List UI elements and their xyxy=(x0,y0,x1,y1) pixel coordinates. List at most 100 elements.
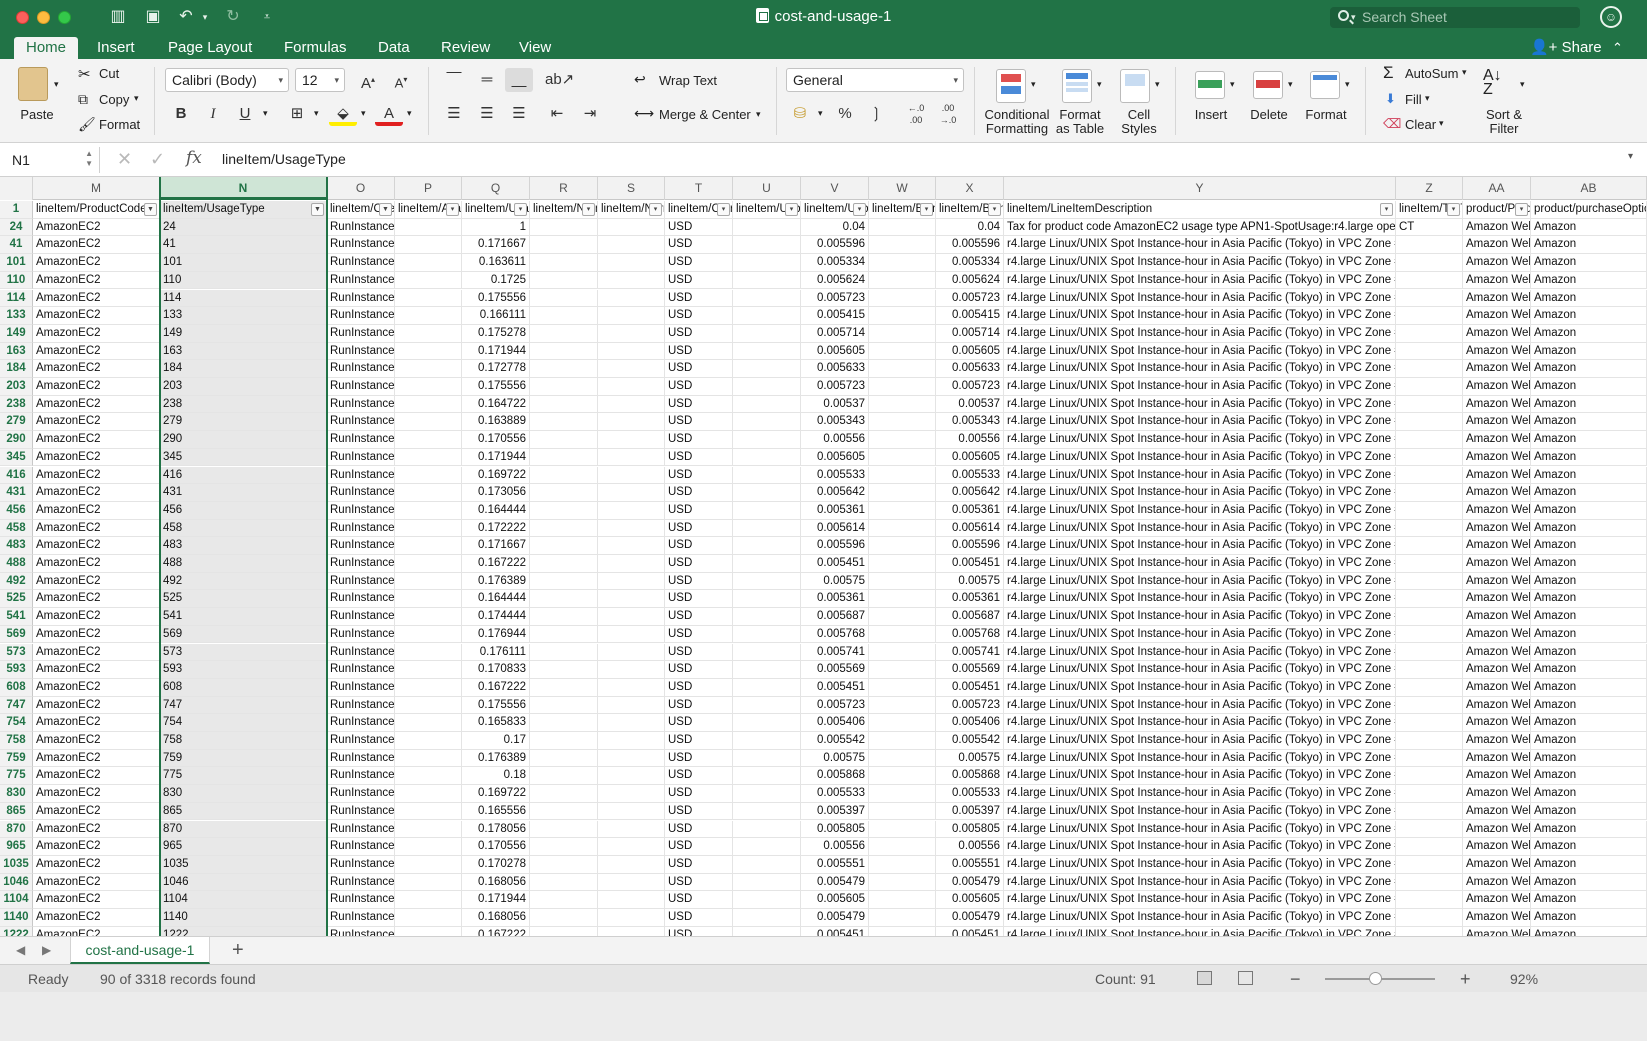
row-number[interactable]: 1035 xyxy=(0,855,33,874)
cell-m[interactable]: AmazonEC2 xyxy=(33,678,160,697)
cell-v[interactable]: 0.00537 xyxy=(801,395,869,414)
cell-o[interactable]: RunInstances:SV055 xyxy=(327,218,395,237)
cell-t[interactable]: USD xyxy=(665,378,733,396)
fill-dropdown-icon[interactable]: ▾ xyxy=(1425,93,1430,104)
cell-v[interactable]: 0.005687 xyxy=(801,608,869,626)
row-number[interactable]: 24 xyxy=(0,218,33,237)
fill-color-icon[interactable]: ⬙ xyxy=(329,102,357,126)
cell-n[interactable]: 184 xyxy=(160,360,327,378)
cell-q[interactable]: 0.172222 xyxy=(462,519,530,538)
cell-v[interactable]: 0.00575 xyxy=(801,572,869,591)
cell-z[interactable] xyxy=(1396,466,1463,485)
cell-z[interactable] xyxy=(1396,360,1463,378)
cell-s[interactable] xyxy=(598,572,665,591)
cell-w[interactable] xyxy=(869,838,936,856)
row-number[interactable]: 965 xyxy=(0,838,33,856)
cell-r[interactable] xyxy=(530,855,598,874)
cell-v[interactable]: 0.005642 xyxy=(801,484,869,502)
cell-x[interactable]: 0.005334 xyxy=(936,254,1004,272)
row-number[interactable]: 114 xyxy=(0,289,33,308)
cell-n[interactable]: 133 xyxy=(160,307,327,325)
cell-ab[interactable]: Amazon xyxy=(1531,891,1647,909)
cell-t[interactable]: USD xyxy=(665,802,733,821)
cell-v[interactable]: 0.00575 xyxy=(801,749,869,768)
cell-u[interactable] xyxy=(733,378,801,396)
cell-q[interactable]: 0.163889 xyxy=(462,413,530,432)
merge-center-icon[interactable]: ⟷ xyxy=(634,105,654,122)
cell-r[interactable] xyxy=(530,696,598,715)
cell-m[interactable]: AmazonEC2 xyxy=(33,802,160,821)
cut-button[interactable]: Cut xyxy=(99,66,119,81)
cell-ab[interactable]: Amazon xyxy=(1531,714,1647,732)
cell-ab[interactable]: Amazon xyxy=(1531,254,1647,272)
cell-v[interactable]: 0.005741 xyxy=(801,643,869,662)
cell-aa[interactable]: Amazon Web Services xyxy=(1463,448,1531,467)
cell-u[interactable] xyxy=(733,271,801,290)
collapse-ribbon-icon[interactable]: ⌃ xyxy=(1612,37,1623,59)
cell-r[interactable] xyxy=(530,838,598,856)
cell-x[interactable]: 0.005687 xyxy=(936,608,1004,626)
cell-w[interactable] xyxy=(869,466,936,485)
cell-aa[interactable]: Amazon Web Services xyxy=(1463,537,1531,555)
cell-p[interactable] xyxy=(395,643,462,662)
cell-n[interactable]: 1046 xyxy=(160,873,327,892)
cell-r[interactable] xyxy=(530,820,598,839)
cell-m[interactable]: AmazonEC2 xyxy=(33,289,160,308)
cell-u[interactable] xyxy=(733,590,801,609)
cell-aa[interactable]: Amazon Web Services xyxy=(1463,785,1531,803)
cell-m[interactable]: AmazonEC2 xyxy=(33,714,160,732)
cell-y[interactable]: r4.large Linux/UNIX Spot Instance-hour i… xyxy=(1004,466,1396,485)
cell-u[interactable] xyxy=(733,519,801,538)
cell-q[interactable]: 0.166111 xyxy=(462,307,530,325)
filter-dropdown-icon[interactable]: ▾ xyxy=(920,203,933,216)
cell-r[interactable] xyxy=(530,484,598,502)
row-number[interactable]: 830 xyxy=(0,785,33,803)
cell-q[interactable]: 0.169722 xyxy=(462,785,530,803)
cell-m[interactable]: AmazonEC2 xyxy=(33,767,160,786)
expand-formula-bar-icon[interactable]: ▾ xyxy=(1628,151,1633,162)
tab-data[interactable]: Data xyxy=(366,37,422,59)
cell-s[interactable] xyxy=(598,608,665,626)
row-number[interactable]: 759 xyxy=(0,749,33,768)
row-number[interactable]: 163 xyxy=(0,342,33,361)
cell-q[interactable]: 0.167222 xyxy=(462,678,530,697)
cell-v[interactable]: 0.005551 xyxy=(801,855,869,874)
cell-w[interactable] xyxy=(869,537,936,555)
cell-y[interactable]: r4.large Linux/UNIX Spot Instance-hour i… xyxy=(1004,820,1396,839)
cell-ab[interactable]: Amazon xyxy=(1531,466,1647,485)
cell-r[interactable] xyxy=(530,625,598,644)
format-cells-icon[interactable] xyxy=(1310,71,1340,99)
cell-o[interactable]: RunInstances:SV055 xyxy=(327,378,395,396)
cell-p[interactable] xyxy=(395,271,462,290)
cell-v[interactable]: 0.005479 xyxy=(801,873,869,892)
formula-input[interactable]: lineItem/UsageType xyxy=(222,151,346,167)
cell-y[interactable]: r4.large Linux/UNIX Spot Instance-hour i… xyxy=(1004,732,1396,750)
cell-ab[interactable]: Amazon xyxy=(1531,855,1647,874)
cell-r[interactable] xyxy=(530,324,598,343)
cell-t[interactable]: USD xyxy=(665,555,733,573)
cell-w[interactable] xyxy=(869,413,936,432)
cell-s[interactable] xyxy=(598,714,665,732)
cell-m[interactable]: AmazonEC2 xyxy=(33,395,160,414)
cell-w[interactable] xyxy=(869,555,936,573)
cell-p[interactable] xyxy=(395,378,462,396)
cell-ab[interactable]: Amazon xyxy=(1531,448,1647,467)
sheet-tab-cost-and-usage-1[interactable]: cost-and-usage-1 xyxy=(70,937,210,964)
cell-s[interactable] xyxy=(598,802,665,821)
cell-w[interactable] xyxy=(869,289,936,308)
paste-dropdown-icon[interactable]: ▾ xyxy=(54,79,59,90)
cell-ab[interactable]: Amazon xyxy=(1531,271,1647,290)
cell-t[interactable]: USD xyxy=(665,501,733,520)
cell-s[interactable] xyxy=(598,342,665,361)
column-header-v[interactable]: V xyxy=(801,177,869,200)
header-cell[interactable]: lineItem/UsageType ▼ xyxy=(160,201,327,219)
cell-n[interactable]: 416 xyxy=(160,466,327,485)
header-cell[interactable]: lineItem/UnblendedCost▾ xyxy=(801,201,869,219)
cell-z[interactable] xyxy=(1396,643,1463,662)
cell-u[interactable] xyxy=(733,643,801,662)
cell-z[interactable] xyxy=(1396,413,1463,432)
cell-p[interactable] xyxy=(395,395,462,414)
cell-u[interactable] xyxy=(733,484,801,502)
cell-m[interactable]: AmazonEC2 xyxy=(33,218,160,237)
format-as-table-dropdown-icon[interactable]: ▾ xyxy=(1097,79,1102,90)
